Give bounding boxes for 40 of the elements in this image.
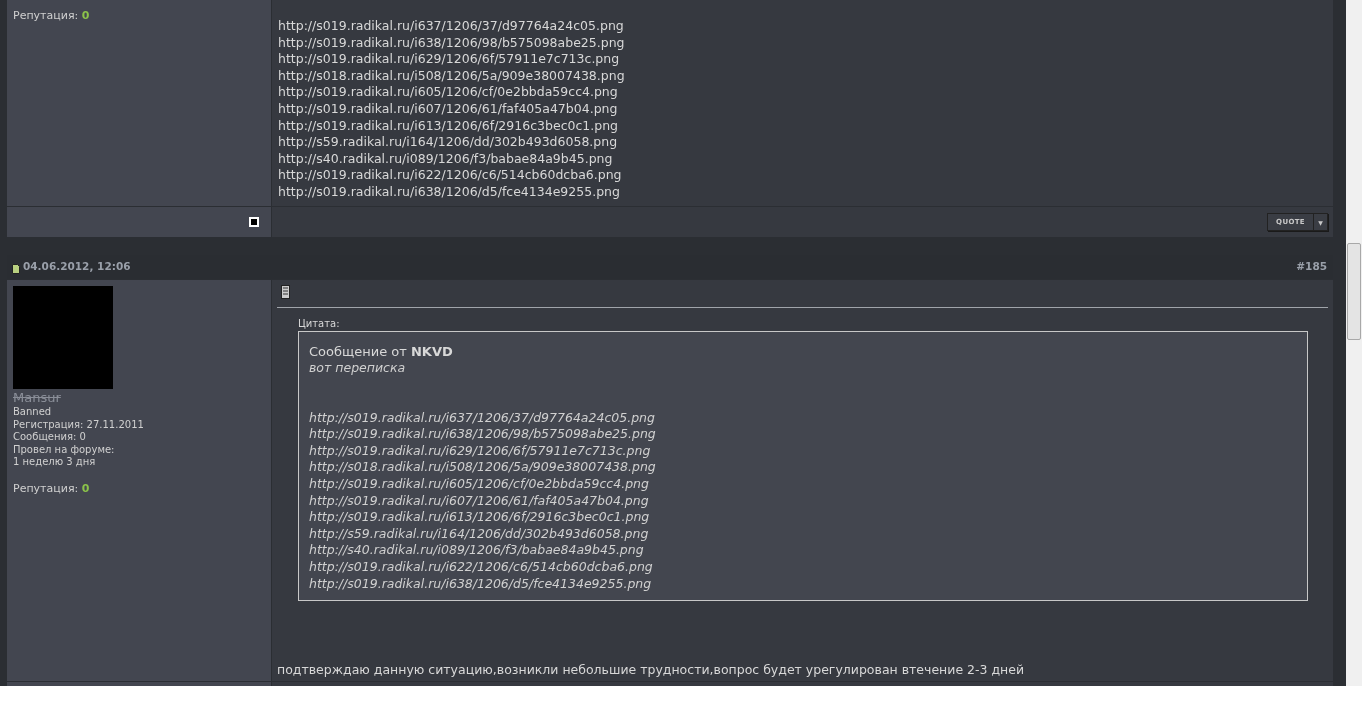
forum-time-label: Провел на форуме: (13, 443, 116, 456)
url-text: http://s40.radikal.ru/i089/1206/f3/babae84a9b45.png (278, 150, 614, 168)
document-icon (12, 263, 20, 274)
url-text: http://s019.radikal.ru/i613/1206/6f/2916c3bec0c1.png (278, 117, 620, 135)
quote-line: http://s019.radikal.ru/i622/1206/c6/514cb60dcba6.png (309, 558, 654, 576)
quote-line: http://s019.radikal.ru/i629/1206/6f/57911e7c713c.png (309, 442, 652, 460)
url-text: http://s019.radikal.ru/i607/1206/61/faf405a47b04.png (278, 100, 619, 118)
messages-text: Сообщения: 0 (13, 431, 87, 444)
url-text: http://s59.radikal.ru/i164/1206/dd/302b493d6058.png (278, 134, 619, 151)
quote-label: Цитата: (298, 317, 341, 331)
quote-text: вот переписка (309, 360, 407, 377)
quote-line: http://s59.radikal.ru/i164/1206/dd/302b493d6058.png (309, 525, 650, 543)
quote-line: http://s019.radikal.ru/i638/1206/d5/fce4134e9255.png (309, 575, 653, 593)
quote-line: http://s018.radikal.ru/i508/1206/5a/909e38007438.png (309, 459, 657, 476)
quote-line: http://s019.radikal.ru/i605/1206/cf/0e2bbda59cc4.png (309, 475, 650, 493)
post-number-link[interactable]: #185 (1296, 259, 1328, 275)
quote-author: Сообщение от NKVD (309, 343, 454, 360)
url-text: http://s019.radikal.ru/i637/1206/37/d97764a24c05.png (278, 18, 625, 35)
reputation-text: Репутация: 0 (13, 8, 91, 24)
url-text: http://s018.radikal.ru/i508/1206/5a/909e38007438.png (278, 67, 626, 85)
quote-line: http://s019.radikal.ru/i613/1206/6f/2916c3bec0c1.png (309, 509, 651, 526)
select-checkbox[interactable] (249, 217, 259, 227)
user-title: Banned (13, 406, 53, 419)
url-text: http://s019.radikal.ru/i638/1206/d5/fce4134e9255.png (278, 183, 621, 201)
url-text: http://s019.radikal.ru/i622/1206/c6/514cb60dcba6.png (278, 167, 623, 184)
registration-text: Регистрация: 27.11.2011 (13, 418, 145, 431)
quote-line: http://s40.radikal.ru/i089/1206/f3/babae84a9b45.png (309, 542, 645, 559)
url-text: http://s019.radikal.ru/i629/1206/6f/57911e7c713c.png (278, 51, 621, 68)
quote-line: http://s019.radikal.ru/i638/1206/98/b575098abe25.png (309, 426, 657, 443)
quote-line: http://s019.radikal.ru/i607/1206/61/faf405a47b04.png (309, 492, 650, 510)
post-icon (281, 285, 290, 299)
scrollbar-thumb[interactable] (1347, 243, 1361, 340)
reputation-text: Репутация: 0 (13, 480, 91, 497)
url-text: http://s019.radikal.ru/i605/1206/cf/0e2bbda59cc4.png (278, 84, 619, 101)
scrollbar[interactable] (1346, 0, 1362, 686)
forum-time-value: 1 неделю 3 дня (13, 456, 97, 469)
message-text: подтверждаю данную ситуацию,возникли небольшие трудности,вопрос будет урегулирован втечение 2-3 дней (277, 661, 1026, 679)
quote-line: http://s019.radikal.ru/i637/1206/37/d97764a24c05.png (309, 409, 656, 427)
url-text: http://s019.radikal.ru/i638/1206/98/b575098abe25.png (278, 34, 626, 52)
post-date: 04.06.2012, 12:06 (23, 259, 131, 275)
